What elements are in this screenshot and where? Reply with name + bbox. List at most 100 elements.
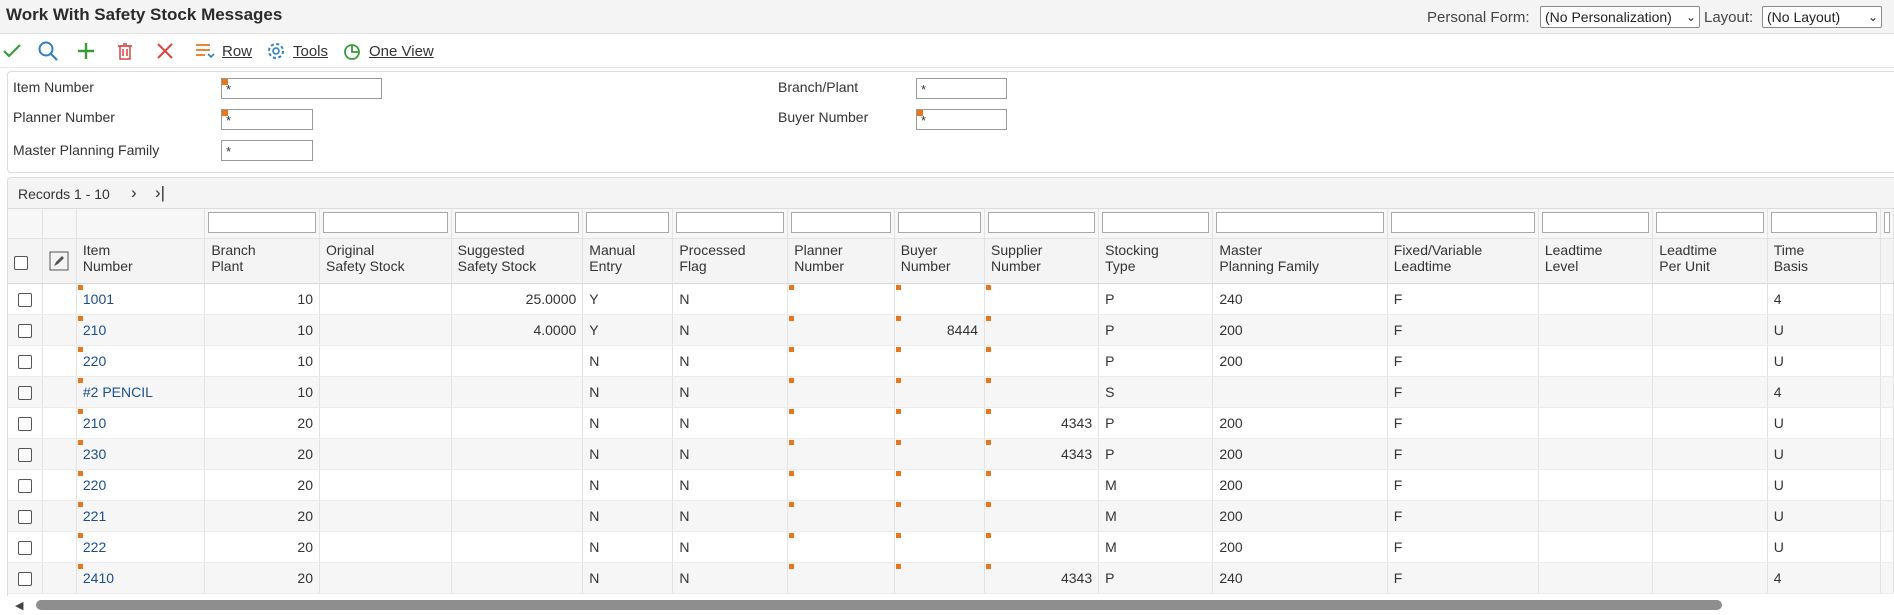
scroll-left-icon[interactable]: ◀ bbox=[15, 599, 23, 612]
layout-select[interactable]: (No Layout) ⌄ bbox=[1762, 6, 1882, 28]
row-checkbox[interactable] bbox=[18, 323, 33, 338]
row-checkbox[interactable] bbox=[18, 540, 33, 555]
column-header[interactable]: Time Basis bbox=[1767, 238, 1882, 284]
column-header[interactable]: Leadtime Per Unit bbox=[1652, 238, 1768, 284]
grid-cell bbox=[319, 283, 452, 315]
qbe-input[interactable] bbox=[988, 212, 1096, 233]
buyer-number-field[interactable]: * bbox=[916, 109, 1007, 130]
table-row[interactable]: 210 10 4.0000 Y N 8444 P 200 F U bbox=[8, 314, 1894, 346]
grid-cell: 20 bbox=[204, 407, 320, 439]
delete-icon[interactable] bbox=[113, 40, 137, 62]
item-number-link[interactable]: #2 PENCIL bbox=[76, 376, 206, 408]
row-checkbox[interactable] bbox=[18, 509, 33, 524]
item-number-link[interactable]: 222 bbox=[76, 531, 206, 563]
column-header[interactable]: Manual Entry bbox=[582, 238, 674, 284]
column-header[interactable]: Master Planning Family bbox=[1212, 238, 1388, 284]
chevron-down-icon: ⌄ bbox=[1685, 10, 1696, 24]
qbe-input[interactable] bbox=[586, 212, 670, 233]
edit-pencil-icon[interactable] bbox=[49, 251, 69, 271]
item-number-link[interactable]: 210 bbox=[76, 314, 206, 346]
item-number-link[interactable]: 230 bbox=[76, 438, 206, 470]
grid-cell: P bbox=[1098, 562, 1214, 594]
required-marker bbox=[986, 377, 992, 383]
column-header[interactable]: Suggested Safety Stock bbox=[451, 238, 584, 284]
qbe-input[interactable] bbox=[208, 212, 316, 233]
item-number-link[interactable]: 221 bbox=[76, 500, 206, 532]
item-number-link[interactable]: 220 bbox=[76, 469, 206, 501]
grid-cell: F bbox=[1387, 283, 1539, 315]
next-page-icon[interactable]: › bbox=[131, 183, 137, 203]
qbe-input[interactable] bbox=[1216, 212, 1384, 233]
branch-plant-field[interactable]: * bbox=[916, 78, 1007, 99]
grid-cell: M bbox=[1098, 500, 1214, 532]
item-number-link[interactable]: 210 bbox=[76, 407, 206, 439]
select-all-checkbox[interactable] bbox=[14, 256, 28, 271]
row-checkbox[interactable] bbox=[18, 478, 33, 493]
grid-cell bbox=[1652, 376, 1768, 408]
last-page-icon[interactable]: ›| bbox=[155, 183, 165, 203]
table-row[interactable]: 2410 20 N N 4343 P 240 F 4 bbox=[8, 562, 1894, 594]
grid-cell: F bbox=[1387, 438, 1539, 470]
column-header[interactable]: Planner Number bbox=[787, 238, 895, 284]
column-header[interactable]: Original Safety Stock bbox=[319, 238, 452, 284]
master-planning-family-field[interactable]: * bbox=[221, 140, 313, 161]
add-icon[interactable] bbox=[74, 40, 98, 62]
grid-cell bbox=[787, 531, 895, 563]
table-row[interactable]: 210 20 N N 4343 P 200 F U bbox=[8, 407, 1894, 439]
required-marker bbox=[77, 377, 83, 383]
item-number-link[interactable]: 2410 bbox=[76, 562, 206, 594]
row-checkbox[interactable] bbox=[18, 447, 33, 462]
qbe-input[interactable] bbox=[454, 212, 580, 233]
qbe-input[interactable] bbox=[1541, 212, 1650, 233]
qbe-input[interactable] bbox=[1102, 212, 1210, 233]
table-row[interactable]: 230 20 N N 4343 P 200 F U bbox=[8, 438, 1894, 470]
search-icon[interactable] bbox=[36, 40, 60, 62]
column-header[interactable]: Item Number bbox=[76, 238, 206, 284]
planner-number-field[interactable]: * bbox=[221, 109, 313, 130]
branch-plant-label: Branch/Plant bbox=[778, 79, 859, 95]
column-header[interactable]: Fixed/Variable Leadtime bbox=[1387, 238, 1539, 284]
scrollbar-thumb[interactable] bbox=[36, 600, 1722, 610]
item-number-link[interactable]: 1001 bbox=[76, 283, 206, 315]
row-checkbox[interactable] bbox=[18, 416, 33, 431]
grid-cell-overflow bbox=[1880, 376, 1894, 408]
row-checkbox[interactable] bbox=[18, 571, 33, 586]
column-header[interactable]: Buyer Number bbox=[894, 238, 986, 284]
checkmark-icon[interactable] bbox=[0, 40, 24, 62]
qbe-input[interactable] bbox=[1656, 212, 1764, 233]
column-header[interactable]: Leadtime Level bbox=[1538, 238, 1654, 284]
row-checkbox[interactable] bbox=[18, 354, 33, 369]
qbe-input[interactable] bbox=[1390, 212, 1535, 233]
close-icon[interactable] bbox=[153, 40, 177, 62]
one-view-button[interactable]: One View bbox=[369, 43, 434, 60]
qbe-input[interactable] bbox=[1770, 212, 1877, 233]
item-number-link[interactable]: 220 bbox=[76, 345, 206, 377]
row-checkbox[interactable] bbox=[18, 385, 33, 400]
grid-cell bbox=[984, 314, 1100, 346]
table-row[interactable]: #2 PENCIL 10 N N S F 4 bbox=[8, 376, 1894, 408]
table-row[interactable]: 222 20 N N M 200 F U bbox=[8, 531, 1894, 563]
horizontal-scrollbar[interactable]: ◀ bbox=[7, 596, 1894, 615]
row-menu-button[interactable]: Row bbox=[222, 43, 252, 60]
one-view-icon[interactable] bbox=[340, 40, 364, 62]
table-row[interactable]: 221 20 N N M 200 F U bbox=[8, 500, 1894, 532]
column-header[interactable]: Supplier Number bbox=[984, 238, 1100, 284]
qbe-input[interactable] bbox=[1884, 212, 1890, 233]
qbe-input[interactable] bbox=[323, 212, 448, 233]
qbe-cell bbox=[582, 209, 674, 239]
table-row[interactable]: 1001 10 25.0000 Y N P 240 F 4 bbox=[8, 283, 1894, 315]
tools-button[interactable]: Tools bbox=[293, 43, 328, 60]
qbe-input[interactable] bbox=[676, 212, 785, 233]
item-number-field[interactable]: * bbox=[221, 78, 382, 99]
table-row[interactable]: 220 20 N N M 200 F U bbox=[8, 469, 1894, 501]
row-checkbox[interactable] bbox=[18, 292, 33, 307]
personal-form-select[interactable]: (No Personalization) ⌄ bbox=[1540, 6, 1700, 28]
column-header[interactable]: Branch Plant bbox=[204, 238, 320, 284]
row-menu-icon[interactable] bbox=[193, 40, 217, 62]
tools-gear-icon[interactable] bbox=[264, 40, 288, 62]
qbe-input[interactable] bbox=[897, 212, 982, 233]
column-header[interactable]: Stocking Type bbox=[1098, 238, 1214, 284]
column-header[interactable]: Processed Flag bbox=[672, 238, 789, 284]
qbe-input[interactable] bbox=[791, 212, 891, 233]
table-row[interactable]: 220 10 N N P 200 F U bbox=[8, 345, 1894, 377]
